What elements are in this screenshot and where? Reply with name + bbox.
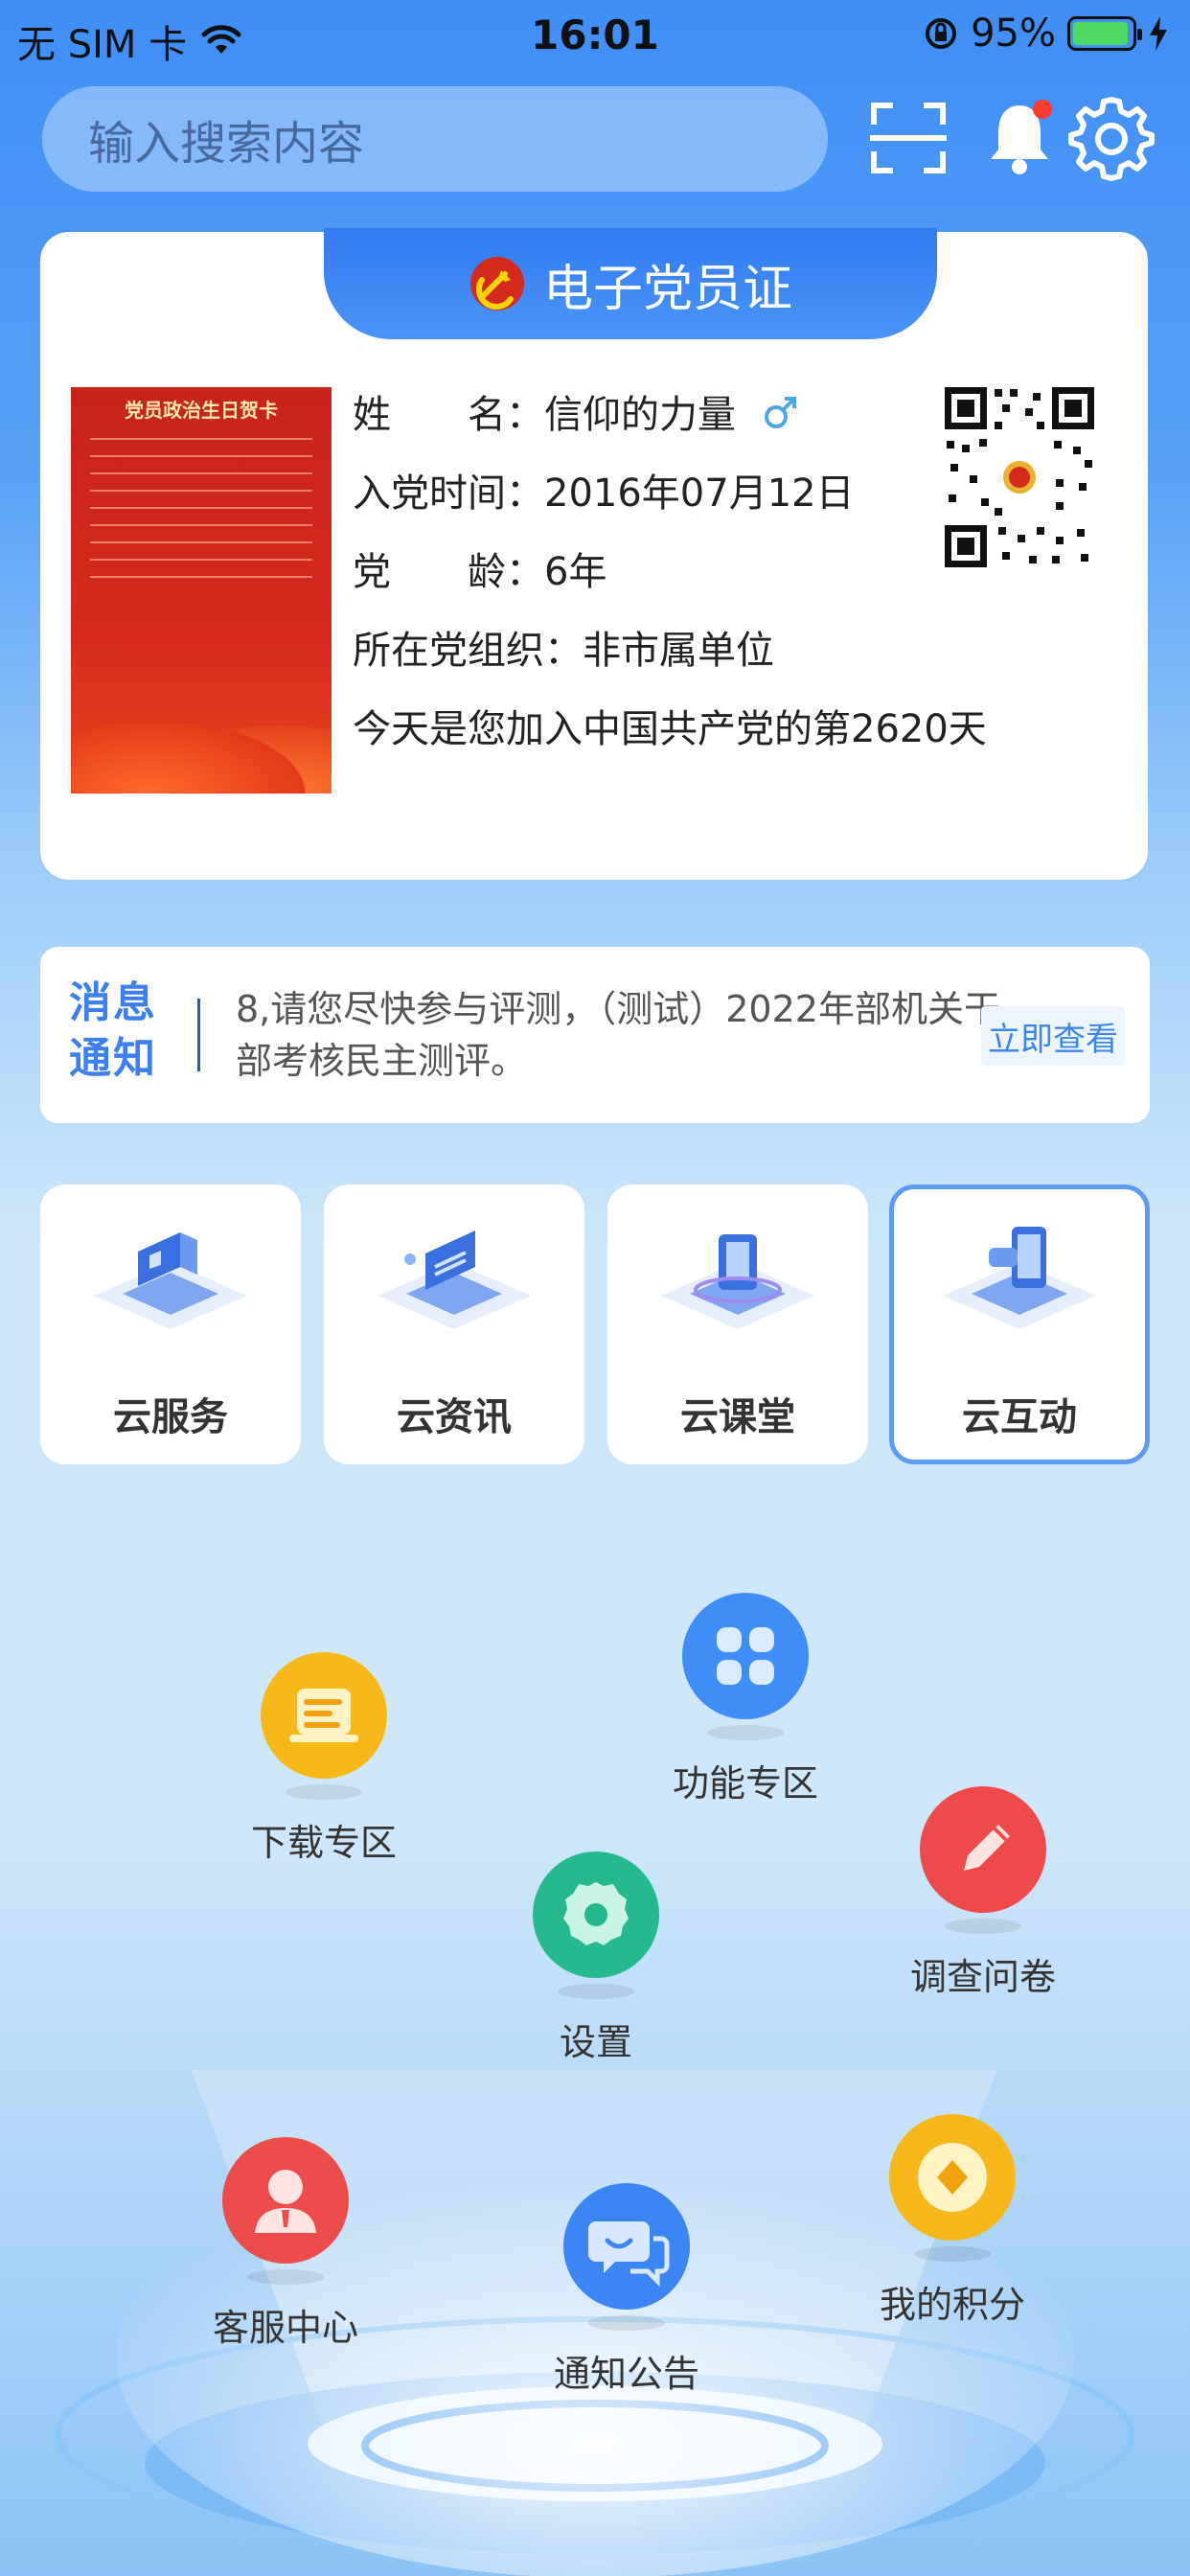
- photo-text-line: [90, 559, 312, 561]
- function-zone-icon: [682, 1593, 809, 1740]
- cloud-classroom-icon: [661, 1234, 814, 1329]
- birthday-card-image: 党员政治生日贺卡: [71, 387, 332, 794]
- feature-label: 下载专区: [250, 1822, 397, 1864]
- orientation-lock-icon: [926, 18, 957, 49]
- settings-gear-icon: [533, 1852, 659, 1999]
- party-age-value: 6年: [544, 550, 607, 594]
- tile-label: 云互动: [962, 1395, 1077, 1439]
- photo-text-line: [90, 507, 312, 509]
- tile-cloud-news[interactable]: 云资讯: [324, 1184, 584, 1464]
- party-age-label: 党 龄：: [353, 550, 544, 594]
- charging-icon: [1150, 16, 1167, 51]
- survey-button[interactable]: 调查问卷: [868, 1784, 1098, 2000]
- notice-divider: [197, 999, 200, 1071]
- settings-button[interactable]: 设置: [481, 1850, 711, 2065]
- notice-badge-line1: 消息: [69, 978, 157, 1027]
- notice-badge: 消息 通知: [69, 976, 165, 1087]
- status-bar: 无 SIM 卡 16:01 95%: [0, 0, 1190, 73]
- view-now-button[interactable]: 立即查看: [981, 1006, 1125, 1066]
- join-date-value: 2016年07月12日: [544, 472, 855, 516]
- cloud-interaction-icon: [943, 1227, 1096, 1329]
- photo-decoration: [71, 707, 332, 794]
- card-title: 电子党员证: [542, 260, 792, 318]
- name-row: 姓 名：信仰的力量: [353, 383, 800, 439]
- search-placeholder: 输入搜索内容: [88, 117, 365, 171]
- notice-badge-line2: 通知: [69, 1034, 157, 1083]
- join-date-label: 入党时间：: [353, 472, 544, 516]
- customer-service-icon: [222, 2137, 349, 2285]
- party-emblem-icon: [469, 257, 524, 310]
- tile-label: 云课堂: [680, 1395, 795, 1439]
- gear-icon[interactable]: [1065, 92, 1157, 184]
- tile-label: 云服务: [113, 1395, 228, 1439]
- membership-days-text: 今天是您加入中国共产党的第2620天: [353, 707, 987, 751]
- download-zone-icon: [261, 1652, 387, 1800]
- download-zone-button[interactable]: 下载专区: [209, 1650, 439, 1866]
- photo-text-line: [90, 524, 312, 526]
- tile-cloud-interaction[interactable]: 云互动: [889, 1184, 1150, 1464]
- feature-label: 客服中心: [212, 2307, 358, 2349]
- cloud-service-icon: [94, 1232, 247, 1329]
- join-date-row: 入党时间：2016年07月12日: [353, 462, 855, 518]
- customer-service-button[interactable]: 客服中心: [171, 2135, 400, 2351]
- photo-text-line: [90, 576, 312, 578]
- name-value: 信仰的力量: [544, 393, 736, 437]
- tile-cloud-classroom[interactable]: 云课堂: [607, 1184, 868, 1464]
- photo-text-line: [90, 438, 312, 440]
- points-coin-icon: [889, 2114, 1016, 2262]
- feature-label: 通知公告: [553, 2353, 699, 2395]
- scan-icon[interactable]: [862, 92, 954, 184]
- qr-code[interactable]: [941, 383, 1098, 571]
- feature-label: 调查问卷: [909, 1956, 1056, 1998]
- my-points-button[interactable]: 我的积分: [837, 2112, 1067, 2328]
- feature-label: 我的积分: [879, 2284, 1025, 2326]
- announcement-chat-icon: [563, 2183, 690, 2331]
- battery-percent: 95%: [971, 12, 1056, 56]
- party-member-card[interactable]: 电子党员证 党员政治生日贺卡 姓 名：信仰的力量 入党时间：2016年07月12…: [40, 228, 1148, 880]
- name-label: 姓 名：: [353, 393, 544, 437]
- cloud-news-icon: [378, 1230, 531, 1329]
- photo-text-line: [90, 472, 312, 474]
- photo-text-line: [90, 490, 312, 492]
- survey-pencil-icon: [920, 1786, 1046, 1934]
- tile-cloud-service[interactable]: 云服务: [40, 1184, 301, 1464]
- feature-label: 功能专区: [672, 1762, 818, 1805]
- bell-icon[interactable]: [973, 92, 1065, 184]
- search-input[interactable]: 输入搜索内容: [42, 86, 828, 192]
- battery-level: [1073, 22, 1128, 45]
- photo-title: 党员政治生日贺卡: [125, 399, 278, 422]
- photo-text-line: [90, 455, 312, 457]
- tile-label: 云资讯: [397, 1395, 512, 1439]
- photo-text-line: [90, 541, 312, 543]
- organization-label: 所在党组织：: [353, 629, 583, 673]
- battery-icon: [1067, 16, 1142, 51]
- notice-banner[interactable]: 消息 通知 8,请您尽快参与评测，（测试）2022年部机关干部考核民主测评。 立…: [40, 947, 1150, 1123]
- party-age-row: 党 龄：6年: [353, 540, 606, 596]
- organization-row: 所在党组织：非市属单位: [353, 619, 774, 675]
- status-right: 95%: [923, 12, 1169, 56]
- male-icon: [764, 397, 796, 428]
- notice-text: 8,请您尽快参与评测，（测试）2022年部机关干部考核民主测评。: [236, 988, 1000, 1082]
- card-title-tab: 电子党员证: [324, 228, 937, 339]
- function-zone-button[interactable]: 功能专区: [630, 1591, 860, 1806]
- organization-value: 非市属单位: [583, 629, 774, 673]
- notice-announcement-button[interactable]: 通知公告: [512, 2181, 742, 2397]
- feature-label: 设置: [559, 2021, 632, 2063]
